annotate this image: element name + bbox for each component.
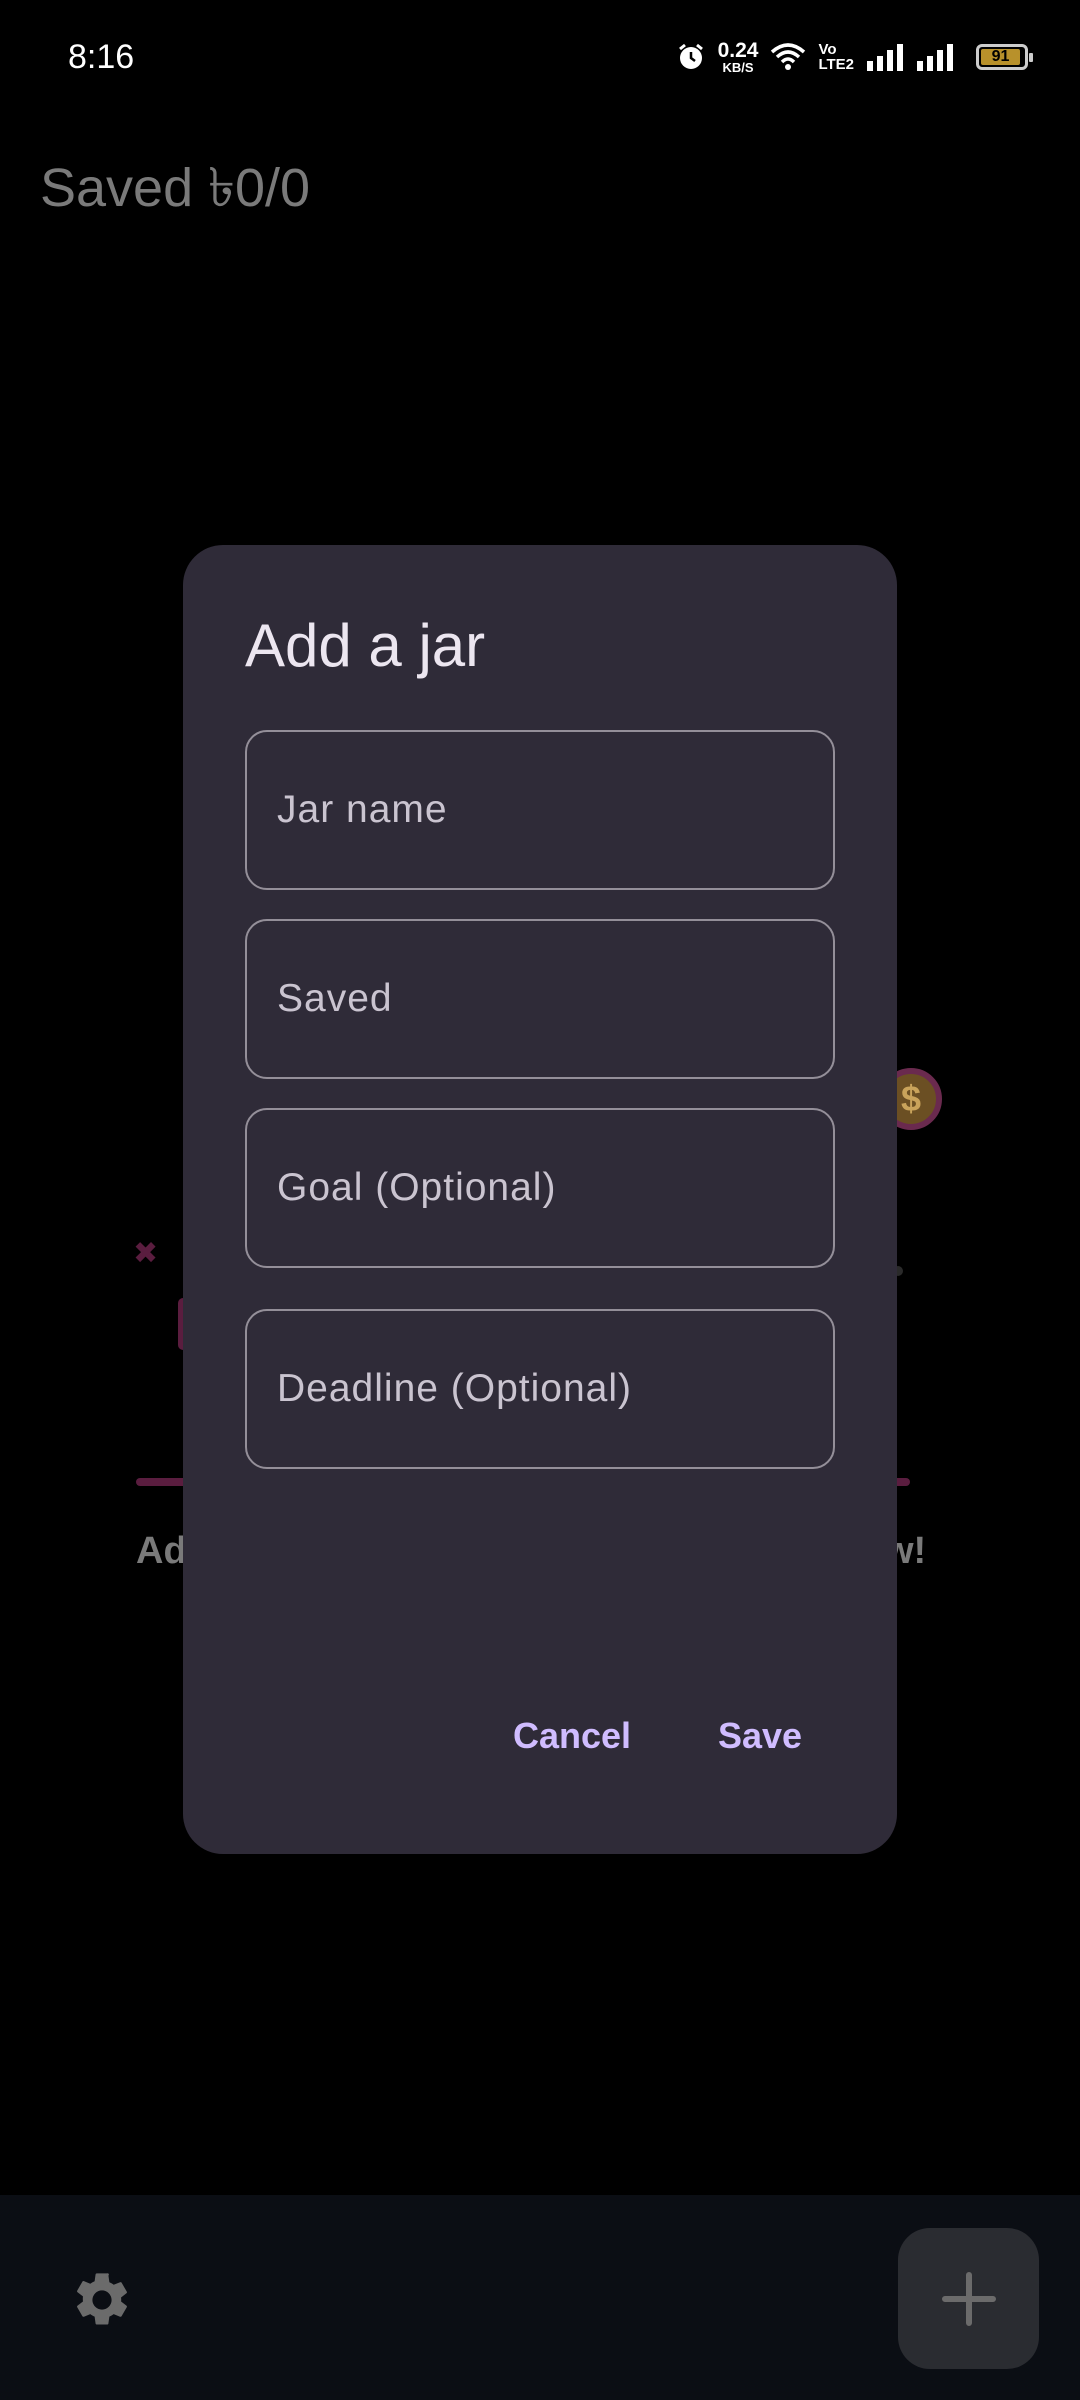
add-jar-dialog: Add a jar Cancel Save bbox=[183, 545, 897, 1854]
deadline-input[interactable] bbox=[247, 1311, 833, 1467]
jar-name-input[interactable] bbox=[247, 732, 833, 888]
status-icons: 0.24 KB/S Vo LTE2 91 bbox=[676, 40, 1033, 74]
alarm-icon bbox=[678, 43, 703, 69]
save-button[interactable]: Save bbox=[712, 1707, 808, 1765]
saved-summary-title: Saved ৳0/0 bbox=[40, 158, 311, 218]
volte-top: Vo bbox=[818, 41, 837, 58]
deadline-field[interactable] bbox=[245, 1309, 835, 1469]
network-speed-value: 0.24 bbox=[717, 39, 759, 62]
battery-icon: 91 bbox=[976, 44, 1033, 70]
status-time: 8:16 bbox=[68, 38, 135, 76]
close-icon: ✖ bbox=[133, 1237, 159, 1270]
add-jar-fab[interactable] bbox=[898, 2228, 1039, 2369]
battery-level: 91 bbox=[981, 48, 1020, 65]
status-bar: 8:16 0.24 KB/S Vo LTE2 91 bbox=[0, 0, 1080, 120]
network-speed: 0.24 KB/S bbox=[718, 40, 759, 74]
plus-icon bbox=[941, 2271, 996, 2326]
wifi-icon bbox=[771, 43, 806, 70]
signal-icon-sim1 bbox=[867, 44, 903, 71]
volte-bottom: LTE2 bbox=[818, 56, 854, 73]
dialog-title: Add a jar bbox=[245, 612, 486, 679]
volte-indicator: Vo LTE2 bbox=[818, 42, 854, 72]
empty-state-text-left: Ad bbox=[136, 1530, 187, 1572]
cancel-button[interactable]: Cancel bbox=[507, 1707, 637, 1765]
saved-input[interactable] bbox=[247, 921, 833, 1077]
network-speed-unit: KB/S bbox=[722, 60, 754, 75]
gear-icon bbox=[77, 2273, 127, 2325]
jar-name-field[interactable] bbox=[245, 730, 835, 890]
signal-icon-sim2 bbox=[917, 44, 953, 71]
goal-input[interactable] bbox=[247, 1110, 833, 1266]
saved-field[interactable] bbox=[245, 919, 835, 1079]
settings-button[interactable] bbox=[70, 2268, 134, 2332]
goal-field[interactable] bbox=[245, 1108, 835, 1268]
